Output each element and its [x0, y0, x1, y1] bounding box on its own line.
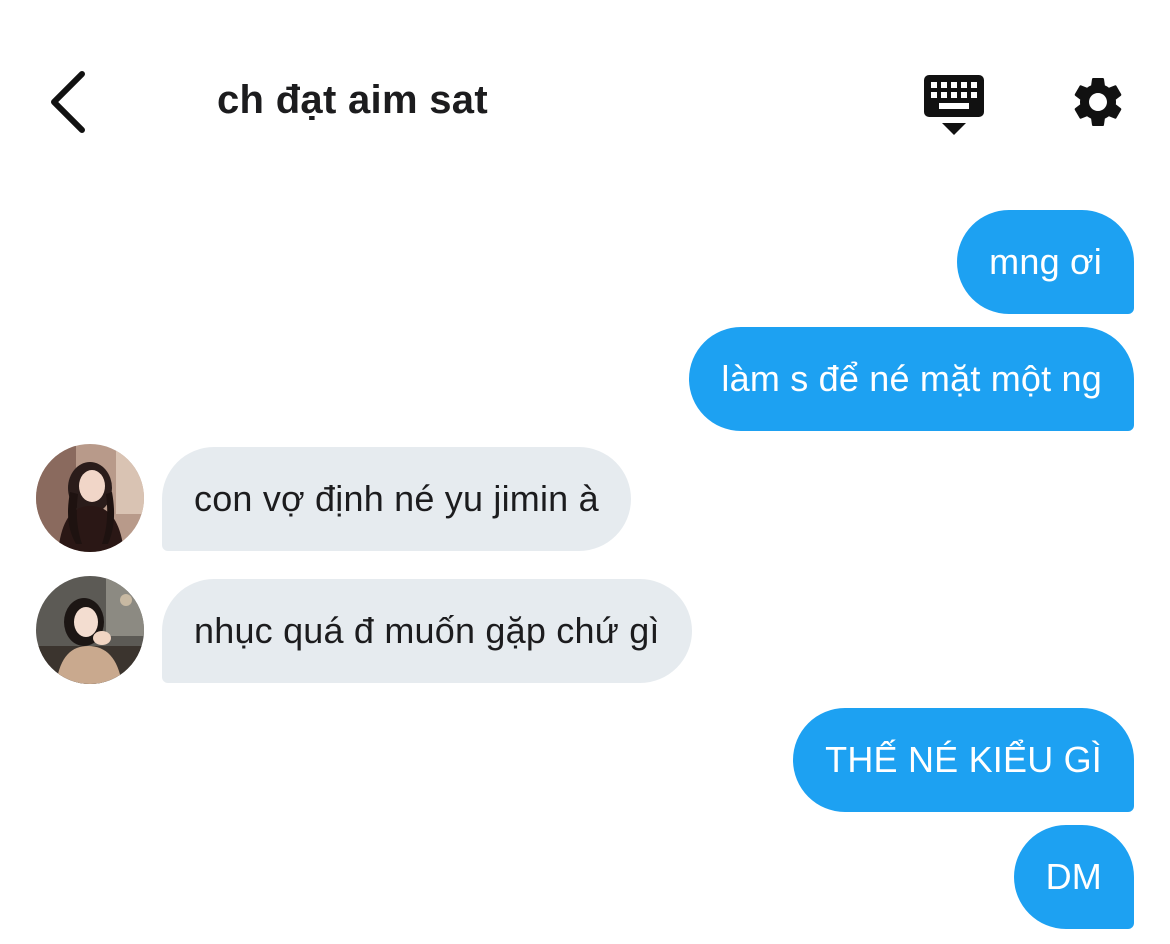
back-button[interactable]	[28, 62, 108, 146]
chat-screen: ch đạt aim sat mng ơi làm s để né mặt mộ…	[0, 0, 1170, 944]
avatar[interactable]	[36, 576, 144, 684]
incoming-message-bubble[interactable]: con vợ định né yu jimin à	[162, 447, 631, 551]
gear-icon	[1068, 72, 1128, 137]
chat-title: ch đạt aim sat	[217, 78, 488, 122]
chevron-left-icon	[46, 70, 90, 139]
avatar-photo	[36, 576, 144, 684]
incoming-message-bubble[interactable]: nhục quá đ muốn gặp chứ gì	[162, 579, 692, 683]
chat-header: ch đạt aim sat	[0, 0, 1170, 190]
outgoing-message-bubble[interactable]: DM	[1013, 825, 1134, 929]
keyboard-icon	[922, 71, 986, 142]
message-text: mng ơi	[989, 241, 1102, 282]
settings-button[interactable]	[1062, 68, 1134, 140]
outgoing-message-bubble[interactable]: mng ơi	[957, 210, 1134, 314]
outgoing-message-bubble[interactable]: làm s để né mặt một ng	[689, 327, 1134, 431]
avatar[interactable]	[36, 444, 144, 552]
message-text: nhục quá đ muốn gặp chứ gì	[194, 610, 660, 651]
message-text: THẾ NÉ KIỂU GÌ	[825, 739, 1102, 780]
message-text: DM	[1045, 856, 1102, 897]
keyboard-button[interactable]	[918, 70, 990, 142]
message-text: con vợ định né yu jimin à	[194, 478, 599, 519]
avatar-photo	[36, 444, 144, 552]
message-text: làm s để né mặt một ng	[721, 358, 1102, 399]
outgoing-message-bubble[interactable]: THẾ NÉ KIỂU GÌ	[793, 708, 1134, 812]
